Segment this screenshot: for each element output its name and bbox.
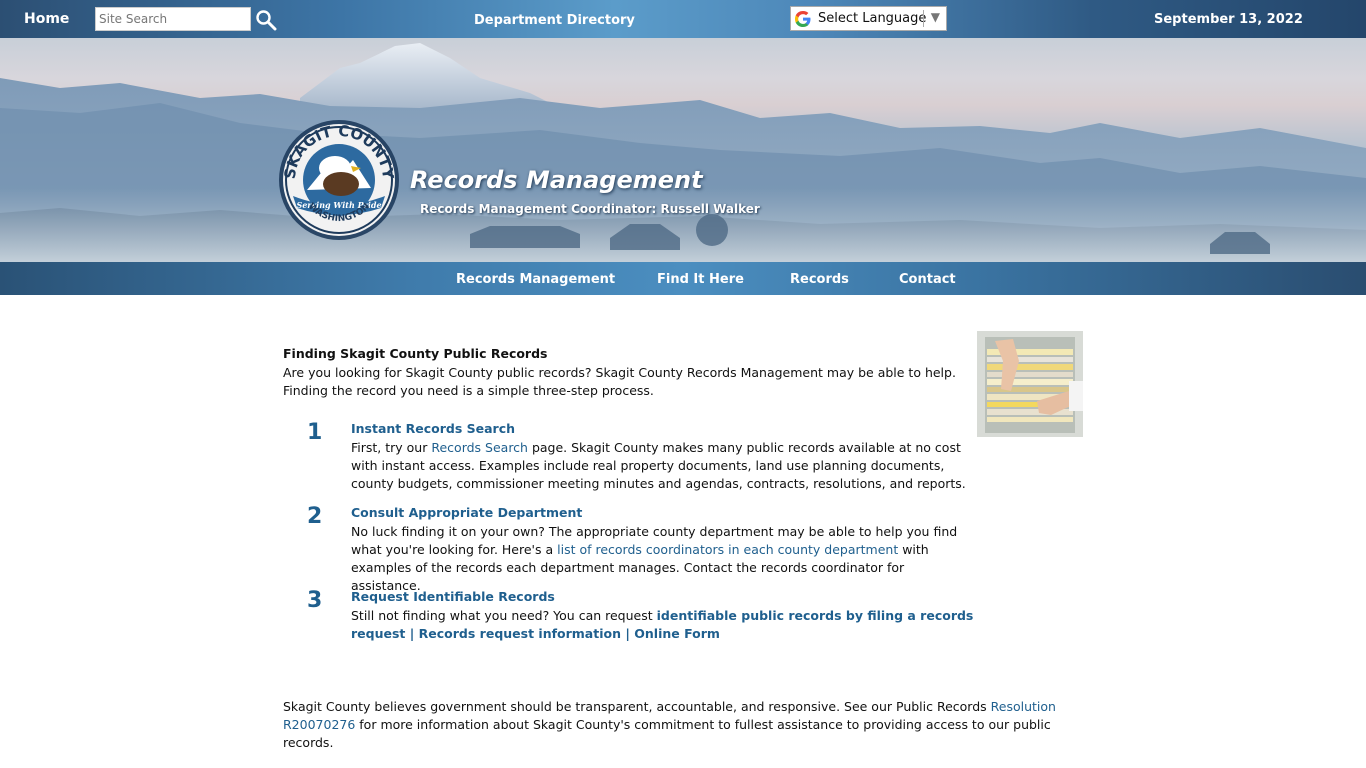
language-divider bbox=[923, 10, 924, 27]
step-title-link[interactable]: Instant Records Search bbox=[351, 421, 515, 436]
step-description: First, try our Records Search page. Skag… bbox=[351, 439, 976, 493]
step-description: Still not finding what you need? You can… bbox=[351, 607, 976, 643]
header-banner: SKAGIT COUNTY Serving With Pride WASHING… bbox=[0, 38, 1366, 262]
intro-paragraph: Are you looking for Skagit County public… bbox=[283, 365, 956, 398]
step-text: First, try our bbox=[351, 440, 432, 455]
online-form-link[interactable]: Online Form bbox=[634, 626, 720, 641]
current-date: September 13, 2022 bbox=[1154, 12, 1303, 27]
records-search-link[interactable]: Records Search bbox=[431, 440, 528, 455]
search-icon[interactable] bbox=[255, 9, 277, 31]
link-separator: | bbox=[405, 626, 419, 641]
dropdown-arrow-icon: ▼ bbox=[930, 10, 940, 24]
main-nav: Records Management Find It Here Records … bbox=[0, 262, 1366, 295]
file-folders-photo bbox=[977, 331, 1083, 437]
step-number: 2 bbox=[307, 504, 323, 529]
nav-contact[interactable]: Contact bbox=[899, 272, 956, 287]
page-title: Records Management bbox=[410, 166, 703, 194]
transparency-paragraph: Skagit County believes government should… bbox=[283, 698, 1093, 752]
language-select-label: Select Language bbox=[818, 11, 927, 26]
step-text: Still not finding what you need? You can… bbox=[351, 608, 657, 623]
home-link[interactable]: Home bbox=[24, 11, 69, 27]
nav-records-management[interactable]: Records Management bbox=[456, 272, 615, 287]
step-title-link[interactable]: Consult Appropriate Department bbox=[351, 505, 582, 520]
step-number: 3 bbox=[307, 588, 323, 613]
footer-text: Skagit County believes government should… bbox=[283, 699, 991, 714]
records-coordinators-link[interactable]: list of records coordinators in each cou… bbox=[557, 542, 898, 557]
google-icon bbox=[794, 10, 812, 28]
records-request-info-link[interactable]: Records request information bbox=[419, 626, 621, 641]
intro-heading: Finding Skagit County Public Records bbox=[283, 346, 548, 361]
top-bar: Home Department Directory Select Languag… bbox=[0, 0, 1366, 38]
step-description: No luck finding it on your own? The appr… bbox=[351, 523, 976, 595]
site-search-input[interactable] bbox=[95, 7, 251, 31]
department-directory-link[interactable]: Department Directory bbox=[474, 13, 635, 28]
nav-records[interactable]: Records bbox=[790, 272, 849, 287]
footer-text: for more information about Skagit County… bbox=[283, 717, 1051, 750]
link-separator: | bbox=[621, 626, 635, 641]
skagit-county-seal-logo: SKAGIT COUNTY Serving With Pride WASHING… bbox=[277, 118, 401, 242]
page-subtitle: Records Management Coordinator: Russell … bbox=[420, 202, 760, 216]
step-title-link[interactable]: Request Identifiable Records bbox=[351, 589, 555, 604]
nav-find-it-here[interactable]: Find It Here bbox=[657, 272, 744, 287]
language-select[interactable]: Select Language ▼ bbox=[790, 6, 947, 31]
step-number: 1 bbox=[307, 420, 323, 445]
mountain-landscape-image bbox=[0, 43, 1366, 262]
